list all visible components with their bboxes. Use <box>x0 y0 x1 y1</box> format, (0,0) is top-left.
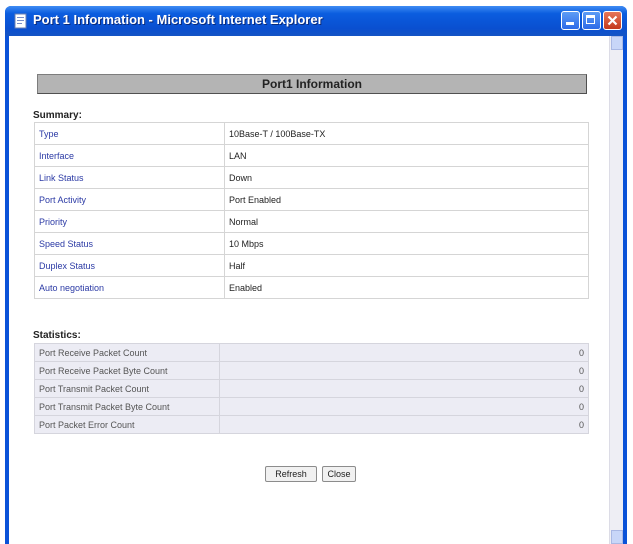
table-row: Port Receive Packet Count 0 <box>34 343 589 362</box>
row-value: Enabled <box>224 276 589 299</box>
row-label: Priority <box>34 210 225 233</box>
table-row: Port Receive Packet Byte Count 0 <box>34 361 589 380</box>
minimize-icon <box>566 22 574 25</box>
statistics-table: Port Receive Packet Count 0 Port Receive P… <box>34 343 589 434</box>
scroll-down-arrow-icon[interactable] <box>611 530 623 544</box>
row-value: 0 <box>219 343 589 362</box>
table-row: Duplex Status Half <box>34 254 589 277</box>
summary-table: Type 10Base-T / 100Base-TX Interface LAN Lin… <box>34 122 589 299</box>
table-row: Speed Status 10 Mbps <box>34 232 589 255</box>
row-label: Port Transmit Packet Byte Count <box>34 397 220 416</box>
row-value: Port Enabled <box>224 188 589 211</box>
port-info-page: Port1 Information Summary: Type 10Base-T … <box>9 36 609 544</box>
table-row: Port Transmit Packet Count 0 <box>34 379 589 398</box>
table-row: Link Status Down <box>34 166 589 189</box>
row-value: 0 <box>219 379 589 398</box>
page-heading: Port1 Information <box>37 74 587 94</box>
vertical-scrollbar[interactable] <box>609 36 623 544</box>
maximize-icon <box>586 15 595 24</box>
close-icon <box>607 15 618 26</box>
row-value: Normal <box>224 210 589 233</box>
row-label: Port Transmit Packet Count <box>34 379 220 398</box>
row-label: Interface <box>34 144 225 167</box>
minimize-button[interactable] <box>561 11 580 30</box>
maximize-button[interactable] <box>582 11 601 30</box>
table-row: Priority Normal <box>34 210 589 233</box>
title-bar[interactable]: Port 1 Information - Microsoft Internet … <box>5 6 627 36</box>
row-label: Speed Status <box>34 232 225 255</box>
window-title: Port 1 Information - Microsoft Internet … <box>33 12 323 27</box>
scroll-up-arrow-icon[interactable] <box>611 36 623 50</box>
row-label: Duplex Status <box>34 254 225 277</box>
table-row: Port Packet Error Count 0 <box>34 415 589 434</box>
row-label: Port Receive Packet Byte Count <box>34 361 220 380</box>
row-label: Port Packet Error Count <box>34 415 220 434</box>
table-row: Type 10Base-T / 100Base-TX <box>34 122 589 145</box>
row-label: Type <box>34 122 225 145</box>
close-window-button[interactable] <box>603 11 622 30</box>
table-row: Port Transmit Packet Byte Count 0 <box>34 397 589 416</box>
row-value: LAN <box>224 144 589 167</box>
row-value: Half <box>224 254 589 277</box>
browser-window: Port 1 Information - Microsoft Internet … <box>5 6 627 544</box>
row-value: 0 <box>219 361 589 380</box>
row-label: Auto negotiation <box>34 276 225 299</box>
row-label: Port Receive Packet Count <box>34 343 220 362</box>
statistics-label: Statistics: <box>33 330 81 341</box>
summary-label: Summary: <box>33 110 82 121</box>
row-value: 10 Mbps <box>224 232 589 255</box>
refresh-button[interactable]: Refresh <box>265 466 317 482</box>
table-row: Port Activity Port Enabled <box>34 188 589 211</box>
row-label: Link Status <box>34 166 225 189</box>
row-label: Port Activity <box>34 188 225 211</box>
close-button[interactable]: Close <box>322 466 356 482</box>
row-value: Down <box>224 166 589 189</box>
row-value: 0 <box>219 397 589 416</box>
row-value: 10Base-T / 100Base-TX <box>224 122 589 145</box>
ie-page-icon <box>14 13 27 29</box>
row-value: 0 <box>219 415 589 434</box>
table-row: Auto negotiation Enabled <box>34 276 589 299</box>
content-area: Port1 Information Summary: Type 10Base-T … <box>9 36 623 544</box>
table-row: Interface LAN <box>34 144 589 167</box>
